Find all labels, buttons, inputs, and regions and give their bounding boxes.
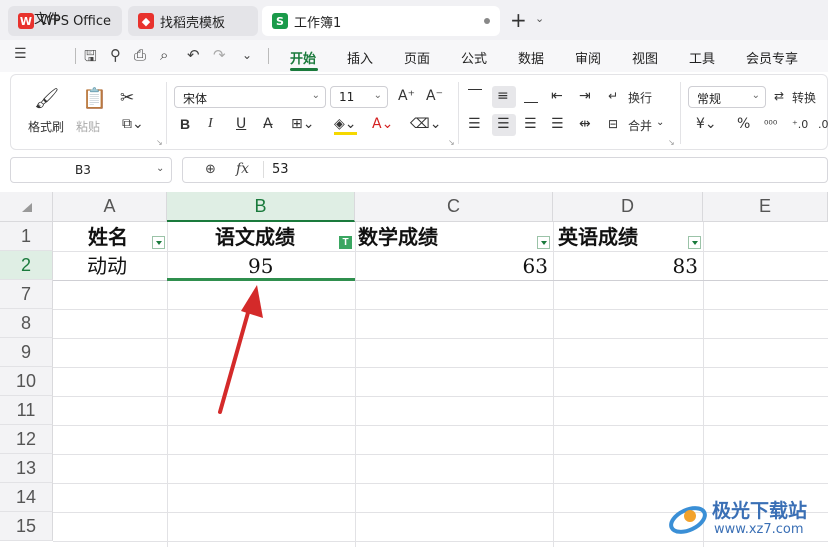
watermark-url: www.xz7.com bbox=[714, 522, 804, 537]
arrow-head bbox=[241, 285, 263, 318]
annotation-arrow bbox=[218, 285, 263, 414]
watermark-name: 极光下载站 bbox=[712, 500, 808, 522]
arrow-shaft bbox=[218, 300, 253, 414]
watermark-logo-icon bbox=[669, 506, 707, 534]
